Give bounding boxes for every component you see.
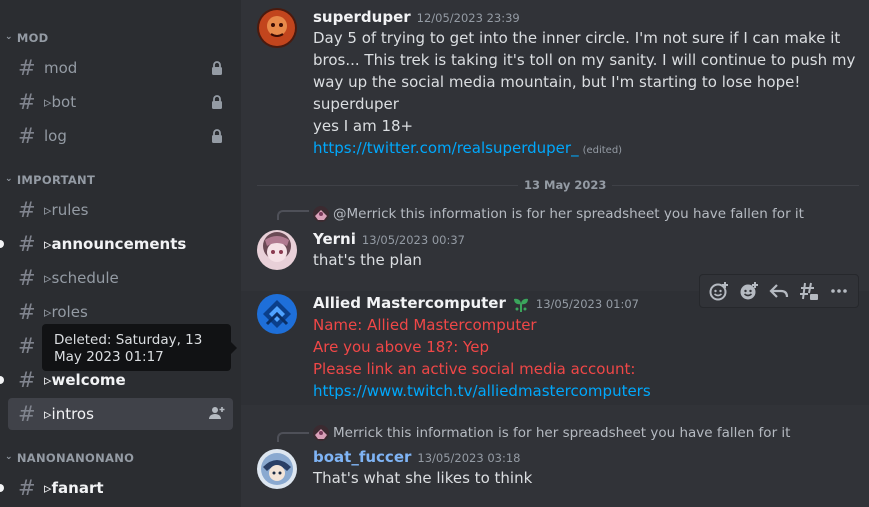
message-author[interactable]: boat_fuccer 13/05/2023 03:18 [313,448,521,466]
author-name[interactable]: Yerni [313,230,356,248]
channel-label: ▹schedule [44,269,119,287]
channel-announcements[interactable]: # ▹announcements [8,228,233,260]
create-thread-icon[interactable] [797,279,821,303]
twitch-link[interactable]: https://www.twitch.tv/alliedmastercomput… [313,382,651,400]
unread-indicator [0,240,4,248]
message-line: That's what she likes to think [313,469,533,487]
reply-spine [277,210,309,220]
text-channel-icon: # [18,232,36,256]
channel-log[interactable]: # log [8,120,233,152]
channel-label: log [44,127,67,145]
reply-icon[interactable] [767,279,791,303]
author-name[interactable]: superduper [313,8,411,26]
message-line: Day 5 of trying to get into the inner ci… [313,29,841,47]
tooltip-text: Deleted: Saturday, 13 May 2023 01:17 [54,332,203,365]
unread-indicator [0,484,4,492]
deleted-tooltip: Deleted: Saturday, 13 May 2023 01:17 [42,324,237,371]
channel-rules[interactable]: # ▹rules [8,194,233,226]
avatar[interactable] [257,230,297,270]
channel-sidebar: ⌄ MOD # mod # ▹bot # log ⌄ IMPORTANT # ▹… [0,0,241,507]
reply-avatar [313,425,329,441]
avatar[interactable] [257,8,297,48]
message-action-toolbar [699,274,859,308]
message-line: bros... This trek is taking it's toll on… [313,51,856,69]
text-channel-icon: # [18,198,36,222]
text-channel-icon: # [18,476,36,500]
text-channel-icon: # [18,90,36,114]
category-label: MOD [16,31,49,45]
lock-icon [212,129,222,143]
add-reaction-icon[interactable] [707,279,731,303]
channel-label: mod [44,59,78,77]
edited-label: (edited) [582,145,623,156]
chat-area: superduper 12/05/2023 23:39 Day 5 of tryi… [241,0,869,507]
channel-schedule[interactable]: # ▹schedule [8,262,233,294]
channel-label: ▹rules [44,201,89,219]
channel-fanart[interactable]: # ▹fanart [8,472,233,504]
more-icon[interactable] [827,279,851,303]
message-author[interactable]: superduper 12/05/2023 23:39 [313,8,520,26]
message-timestamp: 13/05/2023 00:37 [361,233,465,247]
message-author[interactable]: Yerni 13/05/2023 00:37 [313,230,465,248]
reply-spine [277,432,309,442]
author-name[interactable]: Allied Mastercomputer [313,294,506,312]
date-divider-label: 13 May 2023 [518,178,613,192]
author-name[interactable]: boat_fuccer [313,448,411,466]
avatar[interactable] [257,294,297,334]
text-channel-icon: # [18,300,36,324]
reply-preview[interactable]: Merrick this information is for her spre… [313,425,790,441]
message-link-line: https://twitter.com/realsuperduper_ (edit… [313,139,622,157]
super-reaction-icon[interactable] [737,279,761,303]
message-author[interactable]: Allied Mastercomputer 13/05/2023 01:07 [313,294,639,312]
message-line: that's the plan [313,251,422,269]
channel-label: ▹announcements [44,235,187,253]
category-nanonanonano[interactable]: ⌄ NANONANONANO [5,450,134,466]
message-timestamp: 12/05/2023 23:39 [416,11,520,25]
reply-author[interactable]: Merrick [333,425,383,441]
chevron-down-icon: ⌄ [5,452,13,462]
chevron-down-icon: ⌄ [5,174,13,184]
channel-label: ▹fanart [44,479,104,497]
unread-indicator [0,376,4,384]
channel-label: ▹bot [44,93,77,111]
text-channel-icon: # [18,334,36,358]
reply-text: this information is for her spreadsheet … [400,206,804,222]
message-timestamp: 13/05/2023 03:18 [417,451,521,465]
message-line: way up the social media mountain, but I'… [313,73,801,91]
text-channel-icon: # [18,368,36,392]
channel-intros[interactable]: # ▹intros [8,398,233,430]
channel-mod[interactable]: # mod [8,52,233,84]
message-timestamp: 13/05/2023 01:07 [535,297,639,311]
chevron-down-icon: ⌄ [5,32,13,42]
category-label: NANONANONANO [16,451,135,465]
add-member-icon[interactable] [209,406,225,420]
avatar[interactable] [257,449,297,489]
text-channel-icon: # [18,56,36,80]
category-mod[interactable]: ⌄ MOD [5,30,49,46]
reply-author[interactable]: @Merrick [333,206,396,222]
channel-label: ▹welcome [44,371,126,389]
message-link-line: https://www.twitch.tv/alliedmastercomput… [313,382,651,400]
sprout-icon [513,298,528,312]
reply-avatar [313,206,329,222]
text-channel-icon: # [18,266,36,290]
message-line: yes I am 18+ [313,117,414,135]
reply-preview[interactable]: @Merrick this information is for her spr… [313,206,804,222]
message-line: Please link an active social media accou… [313,360,636,378]
message-line: superduper [313,95,399,113]
category-label: IMPORTANT [16,173,96,187]
message-line: Name: Allied Mastercomputer [313,316,537,334]
text-channel-icon: # [18,124,36,148]
reply-text: this information is for her spreadsheet … [386,425,791,441]
twitter-link[interactable]: https://twitter.com/realsuperduper_ [313,139,579,157]
lock-icon [212,95,222,109]
channel-label: ▹intros [44,405,94,423]
text-channel-icon: # [18,402,36,426]
message-line: Are you above 18?: Yep [313,338,489,356]
channel-bot[interactable]: # ▹bot [8,86,233,118]
channel-label: ▹roles [44,303,88,321]
lock-icon [212,61,222,75]
category-important[interactable]: ⌄ IMPORTANT [5,172,95,188]
